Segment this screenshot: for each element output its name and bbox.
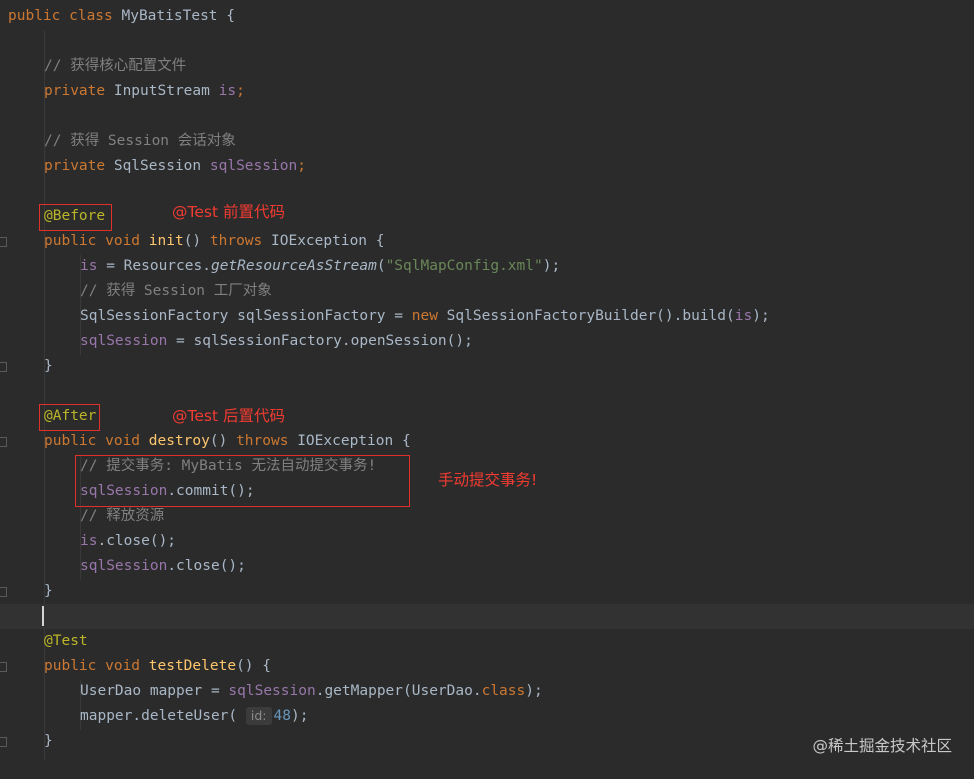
field-name: sqlSession — [80, 558, 168, 574]
code-text: .close(); — [97, 533, 177, 549]
code-text: () { — [236, 658, 271, 674]
code-line: SqlSessionFactory sqlSessionFactory = ne… — [0, 304, 974, 329]
code-line: public class MyBatisTest { — [0, 4, 974, 29]
field-name: sqlSession — [80, 333, 168, 349]
comment: // 获得 Session 工厂对象 — [80, 283, 272, 299]
code-line: } — [0, 354, 974, 379]
commit-note: 手动提交事务! — [438, 471, 538, 489]
method-name: init — [148, 233, 184, 249]
keyword: public void — [44, 233, 141, 249]
text-caret — [42, 606, 44, 626]
closing-brace: } — [44, 583, 53, 599]
code-line: // 获得核心配置文件 — [0, 54, 974, 79]
field-name: is — [80, 258, 98, 274]
code-text: .close(); — [167, 558, 246, 574]
code-line: // 获得 Session 工厂对象 — [0, 279, 974, 304]
code-line: public void init() throws IOException { — [0, 229, 974, 254]
method-name: destroy — [148, 433, 210, 449]
comment: // 获得 Session 会话对象 — [44, 133, 236, 149]
class-name: MyBatisTest { — [112, 8, 235, 24]
after-highlight-box — [39, 404, 100, 431]
code-text: = sqlSessionFactory.openSession(); — [167, 333, 473, 349]
code-text: IOException { — [262, 233, 385, 249]
keyword: public class — [8, 8, 113, 24]
code-line: UserDao mapper = sqlSession.getMapper(Us… — [0, 679, 974, 704]
code-line: private SqlSession sqlSession; — [0, 154, 974, 179]
code-line: public void testDelete() { — [0, 654, 974, 679]
keyword: private — [44, 83, 106, 99]
keyword: public void — [44, 433, 141, 449]
code-text: SqlSessionFactory sqlSessionFactory = — [80, 308, 412, 324]
field-name: sqlSession — [209, 158, 298, 174]
before-highlight-box — [39, 204, 112, 231]
punctuation: ; — [236, 83, 245, 99]
code-line: is = Resources.getResourceAsStream("SqlM… — [0, 254, 974, 279]
field-name: sqlSession — [228, 683, 316, 699]
commit-highlight-box — [75, 455, 410, 507]
field-name: is — [218, 83, 237, 99]
before-note: @Test 前置代码 — [172, 203, 285, 221]
code-text: .getMapper(UserDao. — [315, 683, 482, 699]
keyword: throws — [209, 233, 263, 249]
type-name: SqlSession — [105, 158, 210, 174]
code-line: @Before — [0, 204, 974, 229]
keyword: throws — [236, 433, 289, 449]
annotation-test: @Test — [44, 633, 88, 649]
punctuation: ; — [297, 158, 306, 174]
code-line: mapper.deleteUser( id: 48); — [0, 704, 974, 729]
watermark: @稀土掘金技术社区 — [812, 737, 952, 755]
comment: // 释放资源 — [80, 508, 165, 524]
code-line: sqlSession.close(); — [0, 554, 974, 579]
number-literal: 48 — [273, 708, 291, 724]
closing-brace: } — [44, 733, 53, 749]
current-line[interactable] — [0, 604, 974, 629]
code-editor[interactable]: public class MyBatisTest { // 获得核心配置文件 p… — [0, 0, 974, 779]
keyword: class — [481, 683, 526, 699]
code-line: @Test — [0, 629, 974, 654]
code-line: private InputStream is; — [0, 79, 974, 104]
field-name: is — [80, 533, 98, 549]
code-text: UserDao mapper = — [80, 683, 229, 699]
keyword: public void — [44, 658, 141, 674]
code-line: is.close(); — [0, 529, 974, 554]
code-line: @After — [0, 404, 974, 429]
keyword: private — [44, 158, 106, 174]
code-line: } — [0, 579, 974, 604]
punctuation: ( — [376, 258, 386, 274]
method-name: testDelete — [148, 658, 237, 674]
keyword: new — [411, 308, 438, 324]
code-text: SqlSessionFactoryBuilder().build( — [437, 308, 735, 324]
field-name: is — [734, 308, 753, 324]
code-line: // 释放资源 — [0, 504, 974, 529]
punctuation: ); — [752, 308, 770, 324]
code-line: public void destroy() throws IOException… — [0, 429, 974, 454]
punctuation: ); — [542, 258, 561, 274]
parameter-hint: id: — [245, 707, 272, 725]
after-note: @Test 后置代码 — [172, 407, 285, 425]
type-name: InputStream — [105, 83, 219, 99]
comment: // 获得核心配置文件 — [44, 58, 187, 74]
string-literal: "SqlMapConfig.xml" — [385, 258, 543, 274]
code-line: // 获得 Session 会话对象 — [0, 129, 974, 154]
punctuation: () — [209, 433, 237, 449]
code-text: = Resources. — [97, 258, 211, 274]
code-line: sqlSession = sqlSessionFactory.openSessi… — [0, 329, 974, 354]
code-text: mapper.deleteUser( — [80, 708, 246, 724]
closing-brace: } — [44, 358, 53, 374]
punctuation: () — [183, 233, 210, 249]
static-method: getResourceAsStream — [210, 258, 377, 274]
punctuation: ); — [290, 708, 309, 724]
punctuation: ); — [525, 683, 543, 699]
code-text: IOException { — [288, 433, 411, 449]
